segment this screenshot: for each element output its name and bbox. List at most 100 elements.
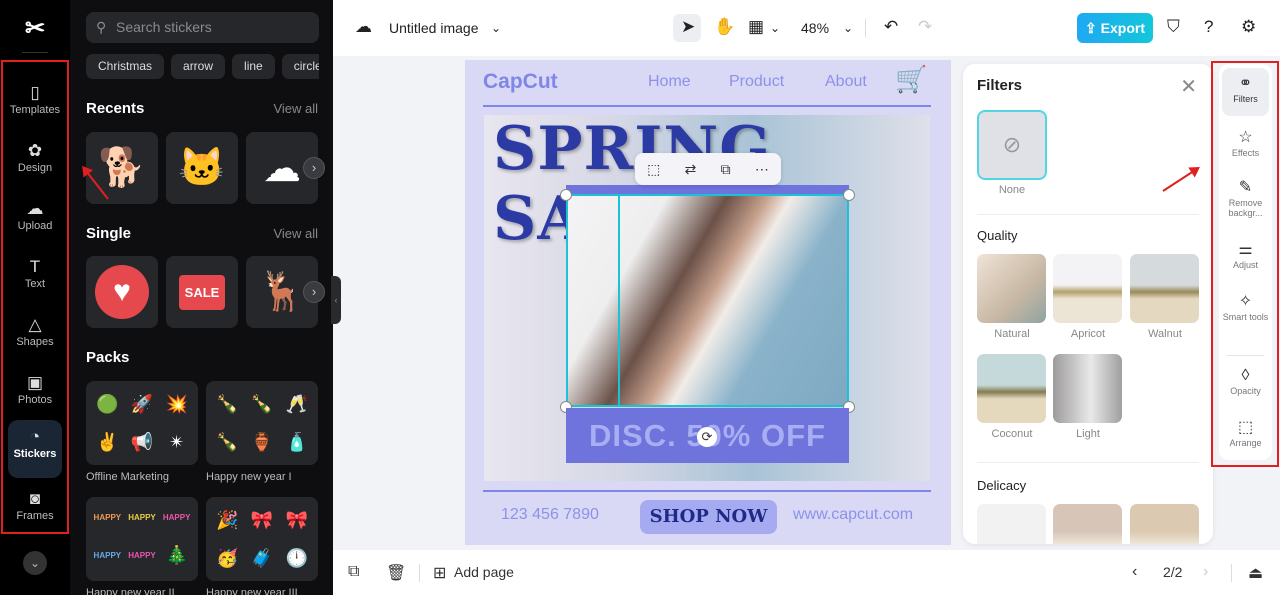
filter-natural[interactable]	[977, 254, 1046, 323]
export-button[interactable]: ⇪ Export	[1077, 13, 1153, 43]
poster-nav-about[interactable]: About	[825, 73, 867, 91]
filter-label: Natural	[994, 328, 1030, 340]
filters-panel: Filters ✕ ⊘ None Quality Natural Apricot…	[963, 64, 1213, 544]
packs-title: Packs	[86, 349, 130, 366]
zoom-chevron-down-icon[interactable]: ⌄	[843, 21, 853, 35]
trash-icon[interactable]: 🗑	[386, 563, 406, 583]
replace-icon[interactable]: ⇄	[685, 161, 697, 178]
divider	[419, 564, 420, 582]
rail-divider	[22, 52, 48, 53]
filter-walnut[interactable]	[1130, 254, 1199, 323]
annotation-highlight-box	[1211, 61, 1279, 467]
title-chevron-down-icon[interactable]: ⌄	[491, 21, 501, 35]
pack-offline-marketing[interactable]: 🟢 🚀 💥 ✌ 📢 ✴	[86, 381, 198, 465]
bottom-bar: ⧉ 🗑 ⊞ Add page ‹ 2/2 › ⏏	[333, 550, 1280, 595]
duplicate-page-icon[interactable]: ⧉	[348, 563, 359, 581]
pack-happy-new-year-2[interactable]: HAPPY HAPPY HAPPY HAPPY HAPPY 🎄	[86, 497, 198, 581]
poster-nav-product[interactable]: Product	[729, 73, 784, 91]
pack-happy-new-year-1[interactable]: 🍾 🍾 🥂 🍾 🏺 🧴	[206, 381, 318, 465]
resize-handle[interactable]	[560, 189, 572, 201]
document-title[interactable]: Untitled image	[389, 20, 479, 36]
photo-frame-bar	[566, 185, 849, 194]
add-page-icon[interactable]: ⊞	[433, 563, 446, 583]
poster-phone[interactable]: 123 456 7890	[501, 506, 599, 524]
sticker-cat[interactable]: 🐱	[166, 132, 238, 204]
collapse-pages-icon[interactable]: ⏏	[1248, 563, 1263, 583]
hand-pan-icon[interactable]: ✋	[714, 17, 735, 37]
pack-label: Happy new year I	[206, 471, 292, 483]
shop-now-button[interactable]: SHOP NOW	[640, 500, 777, 534]
undo-icon[interactable]: ↶	[884, 17, 898, 37]
cloud-sync-icon[interactable]: ☁	[355, 17, 372, 37]
close-icon[interactable]: ✕	[1180, 74, 1197, 99]
design-canvas[interactable]: CapCut Home Product About 🛒 SPRING SALE …	[465, 60, 951, 545]
poster-divider	[483, 490, 931, 492]
shield-icon[interactable]: ⛉	[1167, 17, 1180, 37]
filter-section-title: Delicacy	[977, 478, 1027, 493]
left-rail: ✂ ▯ Templates ✿ Design ☁ Upload T Text △ Shap…	[0, 0, 70, 595]
search-input[interactable]: ⚲ Search stickers	[86, 12, 319, 43]
zoom-level[interactable]: 48%	[801, 20, 829, 36]
crop-icon[interactable]: ⬚	[647, 161, 660, 178]
filter-delicacy-1[interactable]	[977, 504, 1046, 544]
chip-christmas[interactable]: Christmas	[86, 54, 165, 79]
filter-coconut[interactable]	[977, 354, 1046, 423]
filter-label: Walnut	[1148, 328, 1182, 340]
collapse-panel-handle[interactable]: ‹	[331, 276, 341, 324]
resize-handle[interactable]	[843, 189, 855, 201]
prev-page-icon[interactable]: ‹	[1132, 563, 1137, 581]
duplicate-icon[interactable]: ⧉	[721, 161, 731, 178]
poster-nav-home[interactable]: Home	[648, 73, 691, 91]
chevron-down-icon[interactable]: ⌄	[23, 551, 47, 575]
sticker-heart[interactable]: ♥	[86, 256, 158, 328]
poster-url[interactable]: www.capcut.com	[793, 506, 913, 524]
chip-arrow[interactable]: arrow	[171, 54, 226, 79]
recents-view-all-link[interactable]: View all	[273, 101, 318, 116]
filters-title: Filters	[977, 77, 1023, 94]
rotate-icon[interactable]: ⟳	[697, 427, 717, 447]
sticker-sale[interactable]: SALE	[166, 256, 238, 328]
filter-light[interactable]	[1053, 354, 1122, 423]
divider	[977, 214, 1199, 215]
settings-icon[interactable]: ⚙	[1241, 17, 1256, 37]
redo-icon[interactable]: ↷	[918, 17, 932, 37]
divider	[1231, 564, 1232, 582]
single-view-all-link[interactable]: View all	[273, 226, 318, 241]
none-icon: ⊘	[1002, 132, 1022, 157]
element-context-toolbar: ⬚ ⇄ ⧉ ⋯	[635, 153, 781, 185]
annotation-highlight-box	[1, 60, 69, 534]
filter-apricot[interactable]	[1053, 254, 1122, 323]
selected-photo[interactable]	[566, 194, 849, 407]
poster-logo[interactable]: CapCut	[483, 70, 558, 94]
more-icon[interactable]: ⋯	[755, 161, 769, 178]
filter-delicacy-2[interactable]	[1053, 504, 1122, 544]
filter-delicacy-3[interactable]	[1130, 504, 1199, 544]
export-icon: ⇪	[1085, 20, 1101, 36]
help-icon[interactable]: ?	[1204, 17, 1213, 37]
cart-icon[interactable]: 🛒	[895, 64, 927, 95]
divider	[977, 462, 1199, 463]
add-page-button[interactable]: Add page	[454, 564, 514, 580]
single-next-button[interactable]: ›	[303, 281, 325, 303]
pointer-icon[interactable]: ➤	[681, 17, 695, 37]
tag-chips: Christmas arrow line circle	[86, 54, 319, 79]
capcut-logo-icon[interactable]: ✂	[20, 14, 50, 44]
filter-label: Apricot	[1070, 328, 1106, 340]
layout-chevron-down-icon[interactable]: ⌄	[770, 21, 780, 35]
chip-line[interactable]: line	[232, 54, 275, 79]
page-indicator: 2/2	[1163, 564, 1183, 580]
alignment-guide	[618, 194, 620, 407]
pack-label: Happy new year III	[206, 587, 298, 595]
chip-circle[interactable]: circle	[281, 54, 319, 79]
pack-happy-new-year-3[interactable]: 🎉 🎀 🎀 🥳 🧳 🕛	[206, 497, 318, 581]
recents-next-button[interactable]: ›	[303, 157, 325, 179]
next-page-icon[interactable]: ›	[1203, 563, 1208, 581]
poster-divider	[483, 105, 931, 107]
layout-icon[interactable]: ▦	[748, 17, 764, 37]
single-title: Single	[86, 225, 132, 242]
filter-label: Coconut	[991, 428, 1033, 440]
sticker-dog[interactable]: 🐕	[86, 132, 158, 204]
filter-label: Light	[1076, 428, 1100, 440]
filter-none[interactable]: ⊘	[977, 110, 1047, 180]
recents-title: Recents	[86, 100, 145, 117]
